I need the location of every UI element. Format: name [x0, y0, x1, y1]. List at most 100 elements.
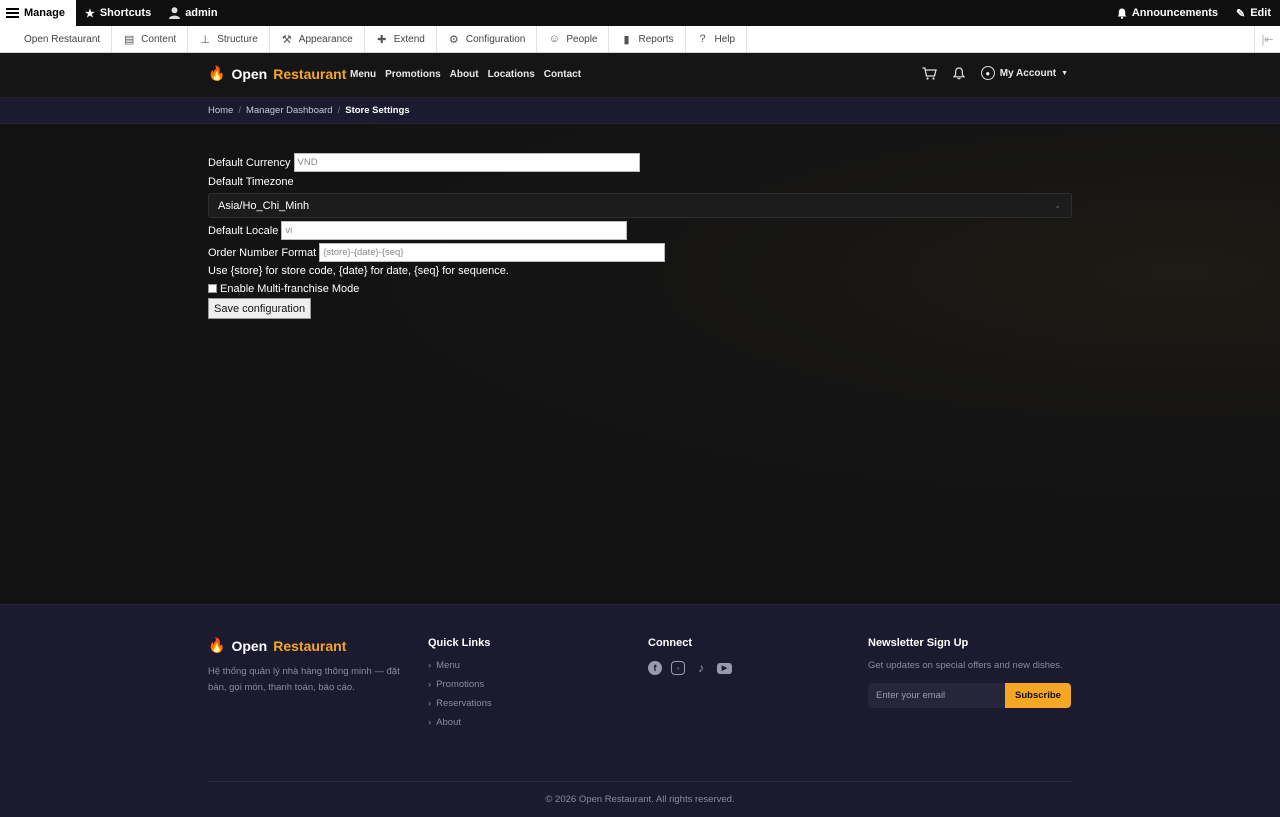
header-actions: ● My Account ▼ [922, 66, 1068, 80]
site-logo[interactable]: 🔥 Open Restaurant [208, 65, 346, 82]
quick-link-reservations[interactable]: › Reservations [428, 698, 492, 709]
breadcrumb-separator: / [337, 105, 341, 116]
tray-item-reports[interactable]: ▮ Reports [609, 26, 686, 52]
timezone-select[interactable]: Asia/Ho_Chi_Minh ⌄ [208, 193, 1072, 218]
order-format-input[interactable]: {store}-{date}-{seq} [319, 243, 666, 262]
shortcuts-button[interactable]: ★ Shortcuts [76, 0, 160, 26]
facebook-icon[interactable]: f [648, 661, 662, 675]
youtube-icon[interactable]: ▶ [717, 662, 732, 674]
footer-newsletter: Newsletter Sign Up Get updates on specia… [868, 637, 1071, 708]
quick-link-label: About [436, 717, 461, 728]
footer-description: Hệ thống quản lý nhà hàng thông minh — đ… [208, 666, 400, 693]
currency-input[interactable]: VND [293, 153, 640, 172]
quick-links-list: › Menu › Promotions › Reservations › About [428, 660, 492, 728]
tray-label: Extend [393, 33, 425, 45]
flame-icon: 🔥 [208, 637, 226, 653]
multifranchise-checkbox[interactable] [208, 284, 217, 293]
nav-locations[interactable]: Locations [488, 69, 535, 80]
locale-input[interactable]: vi [281, 221, 628, 240]
timezone-label: Default Timezone [208, 175, 294, 188]
store-settings-form: Default Currency VND Default Timezone As… [208, 153, 1072, 319]
timezone-value: Asia/Ho_Chi_Minh [218, 199, 310, 212]
announcements-label: Announcements [1131, 7, 1218, 19]
tray-collapse-button[interactable]: |⇤ [1254, 26, 1280, 52]
tray-label: Configuration [465, 33, 526, 45]
footer-quick-links: Quick Links › Menu › Promotions › Reservati… [428, 637, 492, 728]
newsletter-email-input[interactable]: Enter your email [868, 683, 1005, 708]
newsletter-description: Get updates on special offers and new di… [868, 660, 1063, 671]
manage-button[interactable]: Manage [0, 0, 76, 26]
edit-button[interactable]: ✎ Edit [1227, 0, 1280, 26]
chevron-right-icon: › [428, 679, 432, 690]
tray-item-help[interactable]: ? Help [686, 26, 748, 52]
logo-text-open: Open [231, 65, 268, 82]
flame-icon: 🔥 [208, 65, 226, 81]
chevron-right-icon: › [428, 660, 432, 671]
multifranchise-label[interactable]: Enable Multi-franchise Mode [220, 283, 359, 295]
quick-link-label: Promotions [436, 679, 485, 690]
newsletter-form: Enter your email Subscribe [868, 683, 1071, 708]
tray-item-structure[interactable]: ⊥ Structure [188, 26, 270, 52]
breadcrumb: Home / Manager Dashboard / Store Setting… [208, 105, 410, 116]
document-icon: ▤ [123, 33, 135, 46]
chevron-down-icon: ⌄ [1054, 201, 1061, 210]
subscribe-button[interactable]: Subscribe [1005, 683, 1071, 708]
connect-heading: Connect [648, 637, 692, 649]
nav-promotions[interactable]: Promotions [385, 69, 441, 80]
quick-link-label: Menu [436, 660, 460, 671]
tray-label: Reports [638, 33, 674, 45]
nav-menu[interactable]: Menu [350, 69, 376, 80]
tray-item-open-restaurant[interactable]: Open Restaurant [0, 26, 113, 52]
instagram-icon[interactable]: ◦ [671, 661, 685, 675]
breadcrumb-home[interactable]: Home [208, 105, 233, 116]
people-icon: ☺ [548, 33, 560, 45]
tray-item-appearance[interactable]: ⚒ Appearance [270, 26, 365, 52]
tray-item-content[interactable]: ▤ Content [112, 26, 189, 52]
tray-item-configuration[interactable]: ⚙ Configuration [437, 26, 538, 52]
nav-about[interactable]: About [450, 69, 479, 80]
admin-toolbar: Manage ★ Shortcuts admin Announcements ✎… [0, 0, 1280, 26]
save-configuration-button[interactable]: Save configuration [208, 298, 312, 319]
manage-label: Manage [24, 7, 65, 19]
user-button[interactable]: admin [160, 0, 226, 26]
copyright: © 2026 Open Restaurant. All rights reser… [545, 794, 735, 805]
quick-links-heading: Quick Links [428, 637, 491, 649]
social-links: f ◦ ♪ ▶ [648, 661, 732, 675]
quick-link-menu[interactable]: › Menu [428, 660, 492, 671]
footer-logo[interactable]: 🔥 Open Restaurant [208, 637, 418, 654]
admin-tray: Open Restaurant ▤ Content ⊥ Structure ⚒ … [0, 26, 1280, 53]
wrench-icon: ⚙ [448, 33, 459, 46]
locale-row: Default Locale vi [208, 221, 1072, 240]
tiktok-icon[interactable]: ♪ [694, 661, 708, 675]
collapse-icon: |⇤ [1261, 33, 1274, 46]
bell-icon [1117, 8, 1127, 19]
cart-icon[interactable] [922, 66, 937, 80]
tray-label: Content [141, 33, 177, 45]
notification-bell-icon[interactable] [952, 66, 965, 80]
footer-brand: 🔥 Open Restaurant Hệ thống quản lý nhà h… [208, 637, 418, 696]
account-menu[interactable]: ● My Account ▼ [980, 66, 1068, 80]
hamburger-icon [6, 8, 19, 18]
quick-link-about[interactable]: › About [428, 717, 492, 728]
main-nav: Menu Promotions About Locations Contact [350, 69, 581, 80]
footer-logo-restaurant: Restaurant [273, 637, 347, 654]
chevron-right-icon: › [428, 717, 432, 728]
tray-item-extend[interactable]: ✚ Extend [365, 26, 437, 52]
tray-label: People [566, 33, 598, 45]
pencil-icon: ✎ [1236, 7, 1246, 20]
sitemap-icon: ⊥ [200, 33, 210, 46]
user-icon [169, 7, 181, 19]
logo-text-restaurant: Restaurant [273, 65, 347, 82]
newsletter-heading: Newsletter Sign Up [868, 637, 969, 649]
tray-item-people[interactable]: ☺ People [537, 26, 610, 52]
breadcrumb-dashboard[interactable]: Manager Dashboard [246, 105, 333, 116]
quick-link-label: Reservations [436, 698, 492, 709]
tray-label: Appearance [298, 33, 353, 45]
nav-contact[interactable]: Contact [544, 69, 581, 80]
quick-link-promotions[interactable]: › Promotions [428, 679, 492, 690]
multifranchise-row: Enable Multi-franchise Mode [208, 280, 1072, 297]
order-format-label: Order Number Format [208, 246, 317, 259]
announcements-button[interactable]: Announcements [1108, 0, 1227, 26]
currency-row: Default Currency VND [208, 153, 1072, 172]
breadcrumb-bar: Home / Manager Dashboard / Store Setting… [0, 98, 1280, 124]
